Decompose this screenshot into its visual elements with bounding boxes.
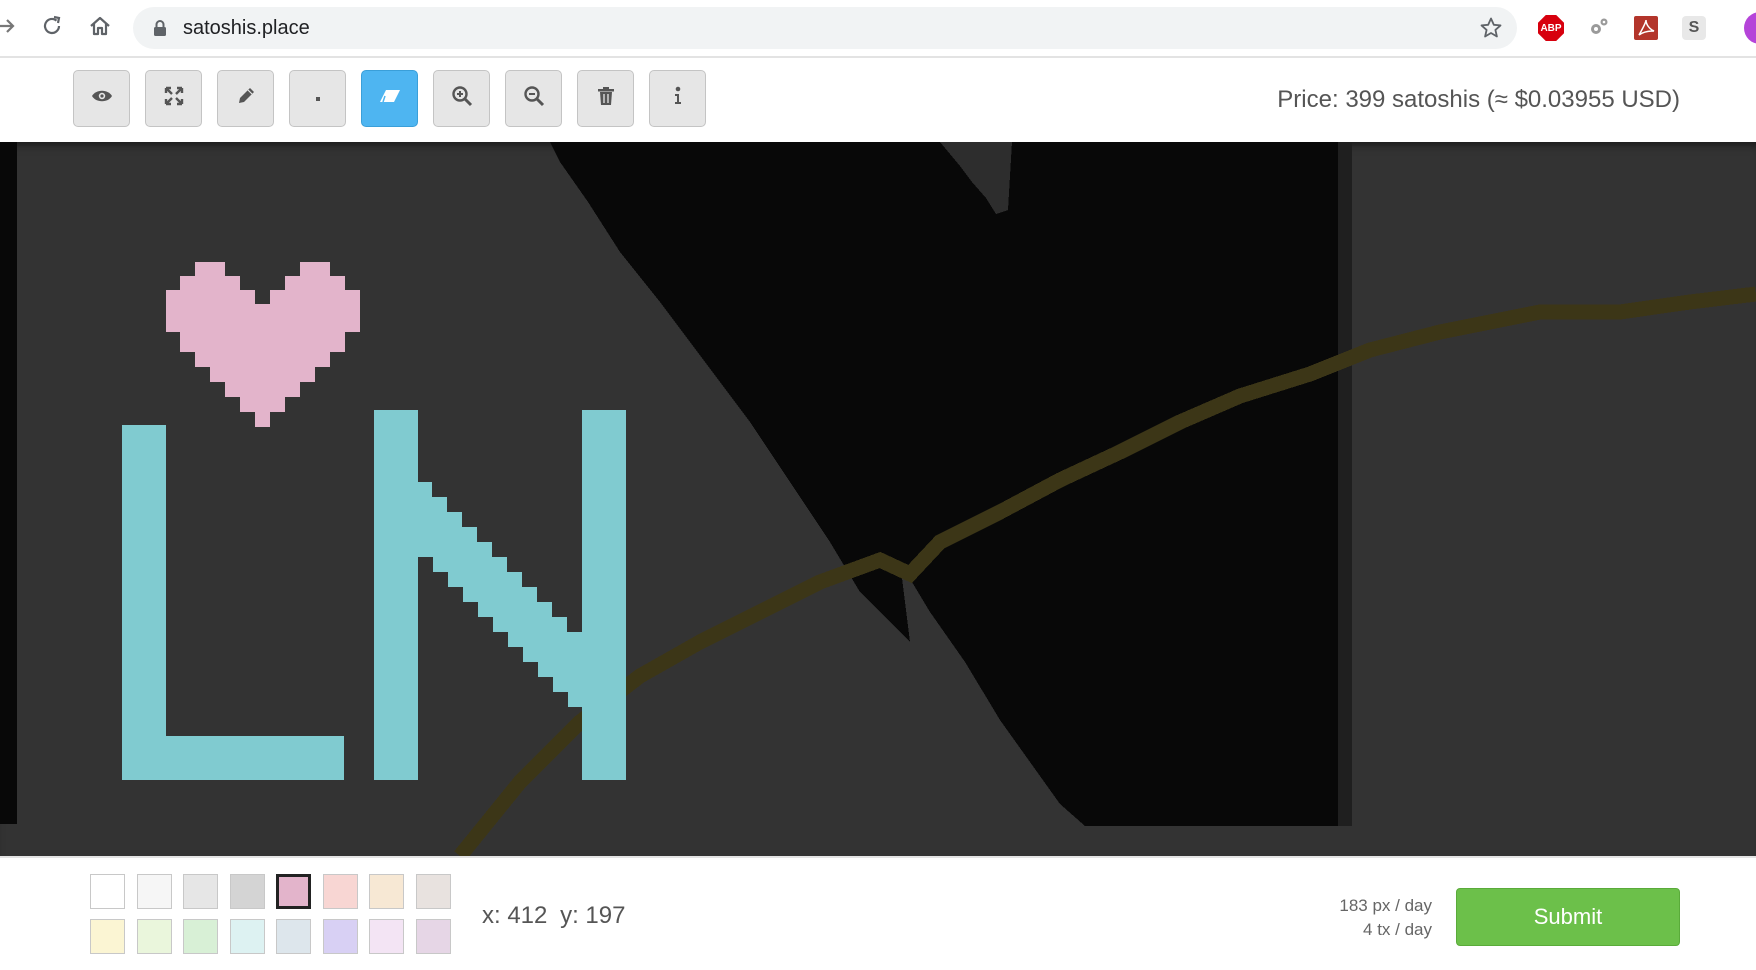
tx-per-day: 4 tx / day [1363, 920, 1432, 939]
pdf-extension[interactable] [1630, 12, 1662, 44]
address-bar[interactable]: satoshis.place [133, 7, 1517, 49]
px-per-day: 183 px / day [1339, 896, 1432, 915]
eraser-button[interactable] [361, 70, 418, 127]
color-swatch[interactable] [136, 874, 172, 909]
color-swatch[interactable] [415, 874, 451, 909]
color-swatch[interactable] [90, 919, 125, 954]
trash-icon [597, 86, 615, 111]
expand-icon [164, 86, 184, 111]
pencil-icon [236, 86, 256, 111]
zoom-in-icon [451, 85, 473, 112]
y-coordinate: y: 197 [560, 902, 626, 929]
color-swatch[interactable] [415, 919, 451, 954]
clear-button[interactable] [577, 70, 634, 127]
lock-icon [153, 19, 167, 42]
gear-extension[interactable] [1583, 12, 1615, 44]
color-swatch[interactable] [183, 874, 218, 909]
dot-icon [314, 90, 322, 108]
reload-button[interactable] [34, 10, 70, 46]
info-button[interactable] [649, 70, 706, 127]
rate-limits: 183 px / day 4 tx / day [1339, 894, 1432, 942]
price-label: Price: 399 satoshis (≈ $0.03955 USD) [1277, 86, 1680, 113]
pixel-letter-n [374, 410, 626, 780]
arrow-right-icon [0, 15, 17, 42]
left-edge-strip [0, 142, 17, 824]
bookmark-star-icon[interactable] [1479, 16, 1503, 45]
fullscreen-button[interactable] [145, 70, 202, 127]
info-icon [673, 86, 683, 111]
app-toolbar: Price: 399 satoshis (≈ $0.03955 USD) [0, 58, 1756, 142]
pixel-canvas[interactable] [0, 142, 1756, 856]
view-button[interactable] [73, 70, 130, 127]
color-swatch[interactable] [322, 874, 358, 909]
pixel-heart [166, 262, 360, 427]
profile-avatar[interactable] [1744, 12, 1756, 44]
cursor-coordinates: x: 412 y: 197 [482, 902, 631, 930]
color-swatch[interactable] [276, 919, 311, 954]
pixel-button[interactable] [289, 70, 346, 127]
zoom-in-button[interactable] [433, 70, 490, 127]
home-button[interactable] [82, 10, 118, 46]
dark-region [550, 142, 1352, 826]
pencil-button[interactable] [217, 70, 274, 127]
color-swatch[interactable] [183, 919, 218, 954]
canvas-drawing [0, 142, 1756, 856]
s-extension-icon: S [1682, 16, 1706, 40]
browser-toolbar: satoshis.place ABP S [0, 0, 1756, 58]
gears-icon [1587, 14, 1611, 43]
url-text: satoshis.place [183, 17, 310, 39]
color-swatch[interactable] [229, 874, 265, 909]
pixel-letter-l [122, 425, 344, 780]
color-swatch[interactable] [369, 919, 404, 954]
color-swatch[interactable] [229, 919, 265, 954]
color-swatch[interactable] [136, 919, 172, 954]
s-extension[interactable]: S [1678, 12, 1710, 44]
reload-icon [40, 14, 64, 43]
submit-button[interactable]: Submit [1456, 888, 1680, 946]
dark-region-edge [1338, 142, 1352, 826]
x-coordinate: x: 412 [482, 902, 548, 929]
bottom-bar: x: 412 y: 197 183 px / day 4 tx / day Su… [0, 856, 1756, 970]
color-swatch[interactable] [322, 919, 358, 954]
color-swatch[interactable] [369, 874, 404, 909]
adblock-extension[interactable]: ABP [1535, 12, 1567, 44]
adblock-icon: ABP [1538, 15, 1564, 41]
color-swatch[interactable] [276, 874, 311, 909]
pdf-icon [1634, 16, 1658, 40]
home-icon [88, 14, 112, 43]
color-swatch[interactable] [90, 874, 125, 909]
eraser-icon [378, 88, 402, 109]
zoom-out-icon [523, 85, 545, 112]
back-button[interactable] [0, 10, 24, 46]
zoom-out-button[interactable] [505, 70, 562, 127]
eye-icon [91, 88, 113, 109]
